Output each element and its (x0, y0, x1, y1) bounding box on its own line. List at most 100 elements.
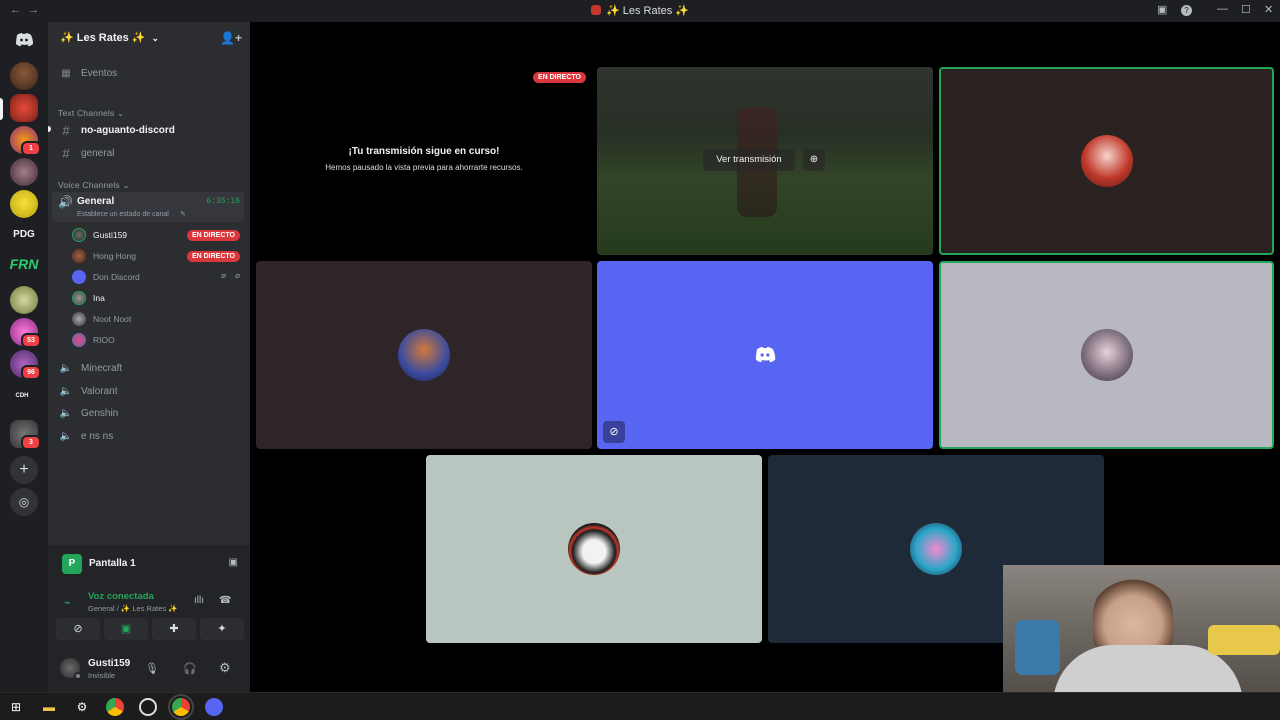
voice-channel-genshin[interactable]: 🔈 Genshin (52, 403, 244, 423)
user-name: Don Discord (93, 272, 140, 282)
voice-location[interactable]: General / ✨ Les Rates ✨ (88, 604, 178, 613)
speaker-icon: 🔈 (59, 385, 73, 397)
category-label: Voice Channels (58, 180, 120, 190)
voice-channel-e-ns-ns[interactable]: 🔈 e ns ns (52, 426, 244, 446)
settings-gear-icon[interactable]: ⚙ (219, 660, 231, 676)
deafened-icon: ⌀ (235, 271, 240, 280)
voice-panel: P Pantalla 1 ▣ ⌁ Voz conectada General /… (48, 545, 250, 692)
mention-badge: 53 (21, 333, 41, 348)
camera-button[interactable]: ⊘ (56, 618, 100, 640)
user-name: Ina (93, 293, 105, 303)
file-explorer-icon[interactable]: ▬ (40, 698, 58, 716)
headphones-icon[interactable]: 🎧 (183, 662, 197, 675)
window-title-text: ✨ Les Rates ✨ (605, 5, 690, 17)
server-name: ✨ Les Rates ✨ (60, 32, 146, 44)
discord-home-icon[interactable] (10, 26, 38, 54)
watch-stream-button[interactable]: Ver transmisión (703, 149, 795, 171)
server-icon-pikachu[interactable] (10, 190, 38, 218)
participant-tile[interactable] (256, 261, 592, 449)
user-name[interactable]: Gusti159 (88, 658, 130, 669)
inbox-icon[interactable]: ▣ (1157, 3, 1167, 16)
channel-label: Genshin (81, 407, 119, 419)
unread-indicator (48, 126, 51, 132)
channel-label: Minecraft (81, 362, 123, 374)
live-badge: EN DIRECTO (186, 230, 240, 241)
voice-user[interactable]: Hong Hong EN DIRECTO (72, 246, 240, 266)
maximize-icon[interactable]: ☐ (1241, 3, 1251, 16)
user-avatar[interactable] (60, 658, 82, 680)
events-item[interactable]: ▦ Eventos (52, 63, 244, 83)
server-icon-colorful[interactable]: 1 (10, 126, 41, 156)
voice-user[interactable]: Ina (72, 288, 240, 308)
text-channels-category[interactable]: Text Channels ⌄ (58, 108, 124, 119)
call-timer: 6:35:16 (206, 197, 240, 206)
noise-suppression-icon[interactable]: ıllı (194, 595, 204, 606)
user-name: Noot Noot (93, 314, 132, 324)
server-icon-cdh[interactable]: CDH (4, 393, 40, 399)
server-icon-cat[interactable] (10, 286, 38, 314)
soundboard-button[interactable]: ✦ (200, 618, 244, 640)
stream-preview-icon[interactable]: ⊕ (803, 149, 825, 171)
voice-user[interactable]: RIOO (72, 330, 240, 350)
speaker-icon: 🔈 (59, 430, 73, 442)
channel-general[interactable]: # general (52, 143, 244, 163)
soundboard-icon: ✦ (217, 623, 227, 635)
paused-title: ¡Tu transmisión sigue en curso! (348, 146, 500, 157)
explore-icon[interactable]: ◎ (10, 488, 38, 516)
channel-label: e ns ns (81, 430, 114, 442)
avatar (72, 333, 86, 347)
settings-icon[interactable]: ⚙ (73, 698, 91, 716)
stop-streaming-icon[interactable]: ▣ (229, 557, 238, 568)
server-icon-pink[interactable]: 53 (10, 318, 41, 348)
voice-channels-category[interactable]: Voice Channels ⌄ (58, 180, 130, 191)
server-icon-skull[interactable] (10, 62, 38, 90)
server-icon-frn[interactable]: FRN (6, 256, 42, 272)
participant-tile[interactable] (939, 261, 1274, 449)
stream-preview-tile[interactable]: Ver transmisión ⊕ (597, 67, 933, 255)
add-server-icon[interactable]: + (10, 456, 38, 484)
voice-channel-general[interactable]: 🔊 General 6:35:16 Establece un estado de… (52, 192, 244, 222)
chrome-icon[interactable] (106, 698, 124, 716)
invite-people-icon[interactable]: 👤+ (220, 31, 242, 45)
chrome-icon[interactable] (168, 694, 194, 720)
obs-icon[interactable] (139, 698, 157, 716)
speaker-icon: 🔈 (59, 407, 73, 419)
participant-tile[interactable] (426, 455, 762, 643)
voice-channel-minecraft[interactable]: 🔈 Minecraft (52, 358, 244, 378)
screen-share-label: Pantalla 1 (89, 558, 136, 569)
activities-button[interactable]: ✚ (152, 618, 196, 640)
share-screen-button[interactable]: ▣ (104, 618, 148, 640)
help-icon[interactable]: ? (1181, 5, 1192, 16)
server-icon-purple[interactable]: 96 (10, 350, 41, 380)
server-folder-icon[interactable]: 3 (10, 420, 41, 450)
windows-start-icon[interactable]: ⊞ (7, 698, 25, 716)
voice-user[interactable]: Noot Noot (72, 309, 240, 329)
server-icon-les-rates[interactable] (10, 94, 38, 122)
microphone-icon[interactable]: 🎙 (145, 662, 159, 675)
channel-no-aguanto-discord[interactable]: # no-aguanto-discord (52, 120, 244, 140)
minimize-icon[interactable]: — (1217, 3, 1228, 15)
participant-tile[interactable]: ⊘ (597, 261, 933, 449)
connection-signal-icon[interactable]: ⌁ (64, 596, 71, 609)
participant-tile[interactable] (939, 67, 1274, 255)
participant-avatar (910, 523, 962, 575)
channel-label: general (81, 147, 115, 159)
voice-user[interactable]: Don Discord ⌀ ⌀ (72, 267, 240, 287)
close-icon[interactable]: ✕ (1264, 3, 1273, 16)
disconnect-icon[interactable]: ☎ (219, 595, 231, 606)
user-name: RIOO (93, 335, 115, 345)
discord-logo-icon (755, 347, 776, 363)
participant-avatar (1080, 135, 1133, 187)
voice-channel-valorant[interactable]: 🔈 Valorant (52, 381, 244, 401)
channel-status[interactable]: Establece un estado de canal (77, 211, 169, 218)
voice-status[interactable]: Voz conectada (88, 591, 154, 602)
discord-taskbar-icon[interactable] (205, 698, 223, 716)
pencil-icon[interactable]: ✎ (180, 210, 186, 218)
server-icon-anime[interactable] (10, 158, 38, 186)
server-header[interactable]: ✨ Les Rates ✨ ⌄ 👤+ (48, 22, 250, 54)
avatar (72, 270, 86, 284)
server-icon-pdg[interactable]: PDG (6, 229, 42, 240)
voice-user[interactable]: Gusti159 EN DIRECTO (72, 225, 240, 245)
own-stream-tile[interactable]: EN DIRECTO ¡Tu transmisión sigue en curs… (256, 67, 592, 255)
avatar (72, 291, 86, 305)
